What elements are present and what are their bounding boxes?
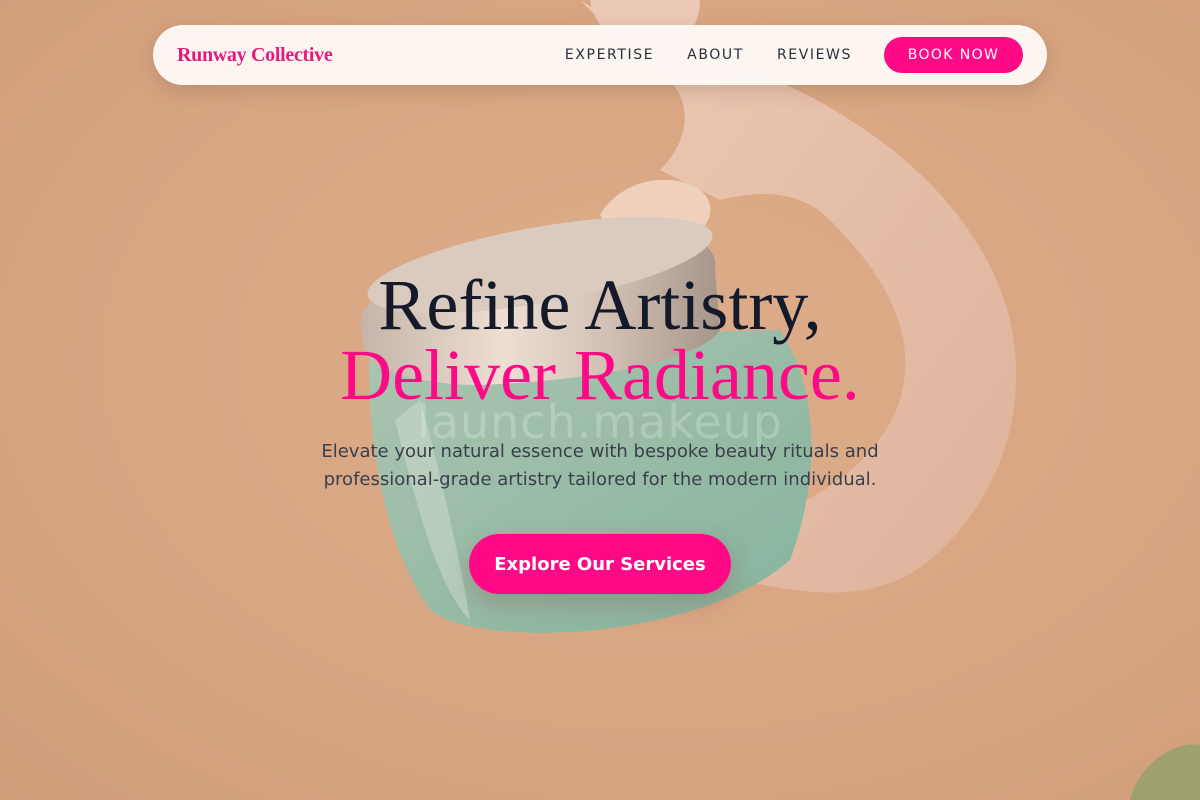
headline-line-1: Refine Artistry, <box>378 265 822 345</box>
hero-section: Refine Artistry, Deliver Radiance. Eleva… <box>0 265 1200 594</box>
hero-subtext: Elevate your natural essence with bespok… <box>321 441 879 490</box>
nav-links: EXPERTISE ABOUT REVIEWS <box>565 47 852 63</box>
top-navbar: Runway Collective EXPERTISE ABOUT REVIEW… <box>153 25 1047 85</box>
brand-logo[interactable]: Runway Collective <box>177 44 333 67</box>
nav-link-expertise[interactable]: EXPERTISE <box>565 47 654 63</box>
book-now-button[interactable]: BOOK NOW <box>884 37 1023 73</box>
hero-headline: Refine Artistry, Deliver Radiance. <box>0 265 1200 415</box>
nav-link-about[interactable]: ABOUT <box>687 47 744 63</box>
nav-link-reviews[interactable]: REVIEWS <box>777 47 852 63</box>
headline-line-2: Deliver Radiance. <box>340 335 860 415</box>
explore-services-button[interactable]: Explore Our Services <box>469 534 731 594</box>
